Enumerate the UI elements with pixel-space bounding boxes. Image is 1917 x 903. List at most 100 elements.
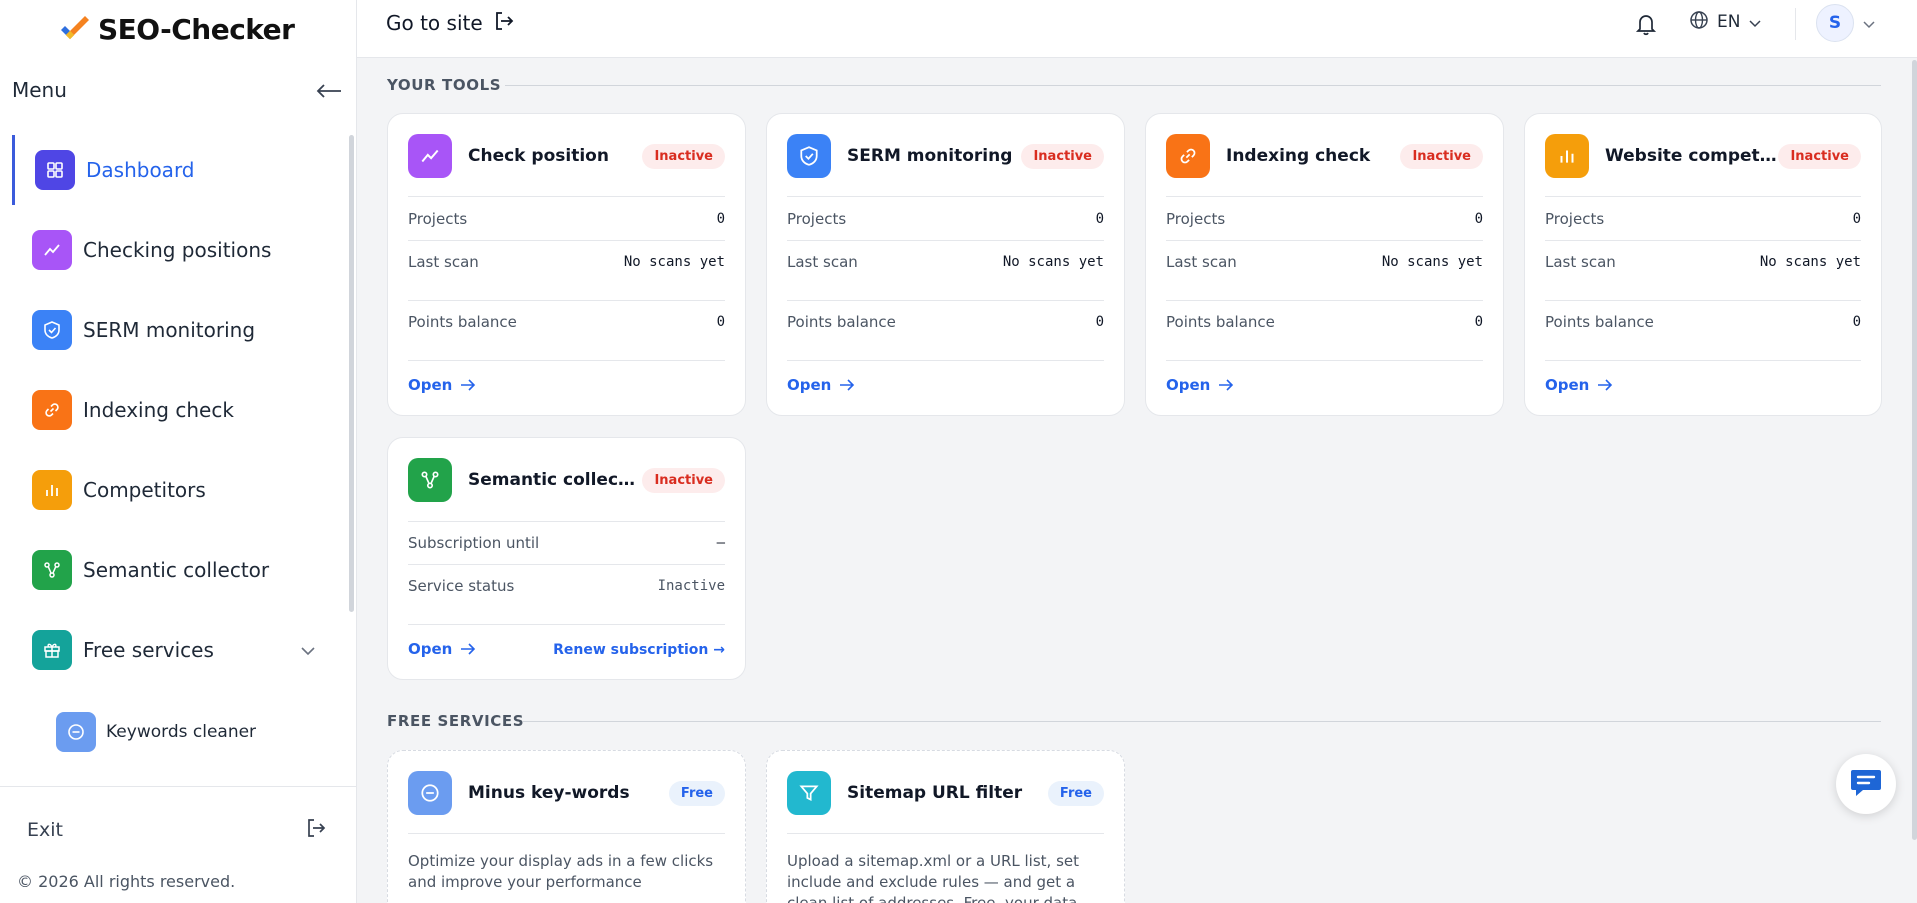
card-title: Indexing check: [1226, 146, 1371, 166]
go-to-site-label: Go to site: [386, 11, 483, 35]
tool-card-website-competitors: Website competitors Inactive Projects 0 L…: [1524, 113, 1882, 416]
sidebar-item-dashboard[interactable]: Dashboard: [12, 135, 328, 205]
language-label: EN: [1717, 12, 1741, 32]
open-link[interactable]: Open: [408, 640, 476, 658]
globe-icon: [1689, 10, 1709, 34]
chevron-down-icon: [1862, 14, 1876, 33]
card-header: Sitemap URL filter Free: [787, 771, 1104, 815]
open-label: Open: [1545, 376, 1590, 394]
stat-value: 0: [1474, 211, 1483, 227]
card-description: Optimize your display ads in a few click…: [408, 852, 714, 891]
stat-value: 0: [1852, 211, 1861, 227]
chat-button[interactable]: [1836, 754, 1896, 814]
minus-circle-icon: [56, 712, 96, 752]
divider: [408, 360, 725, 361]
external-exit-icon: [493, 10, 515, 36]
free-badge: Free: [668, 780, 725, 806]
open-link[interactable]: Open: [408, 376, 476, 394]
sidebar-item-label: SERM monitoring: [83, 318, 256, 342]
sidebar-subitem-keywords-cleaner[interactable]: Keywords cleaner: [56, 710, 326, 754]
stat-value: 0: [1474, 314, 1483, 330]
user-menu[interactable]: S: [1816, 4, 1876, 42]
sidebar-nav: Dashboard Checking positions SERM monito…: [0, 135, 352, 785]
stat-label: Last scan: [1166, 253, 1237, 271]
exit-label: Exit: [27, 819, 63, 841]
gift-icon: [32, 630, 72, 670]
arrow-right-icon: [461, 379, 476, 391]
card-header: Indexing check Inactive: [1166, 134, 1483, 178]
stat-row-last-scan: Last scan No scans yet: [1545, 253, 1861, 271]
open-label: Open: [787, 376, 832, 394]
stat-label: Points balance: [787, 313, 896, 331]
divider: [1166, 240, 1483, 241]
language-selector[interactable]: EN: [1689, 10, 1762, 34]
filter-icon: [787, 771, 831, 815]
open-link[interactable]: Open: [1166, 376, 1234, 394]
stat-row-service-status: Service status Inactive: [408, 577, 725, 595]
sidebar-item-label: Competitors: [83, 478, 206, 502]
sidebar-item-semantic-collector[interactable]: Semantic collector: [12, 535, 328, 605]
trend-icon: [32, 230, 72, 270]
sidebar-item-competitors[interactable]: Competitors: [12, 455, 328, 525]
chevron-down-icon[interactable]: [300, 641, 316, 660]
stat-row-last-scan: Last scan No scans yet: [787, 253, 1104, 271]
avatar: S: [1816, 4, 1854, 42]
open-label: Open: [408, 640, 453, 658]
divider: [787, 300, 1104, 301]
arrow-right-icon: [840, 379, 855, 391]
divider: [1545, 360, 1861, 361]
header-divider: [1795, 8, 1796, 40]
open-label: Open: [1166, 376, 1211, 394]
status-badge: Inactive: [1778, 143, 1861, 169]
stat-value: 0: [1095, 314, 1104, 330]
stat-label: Subscription until: [408, 534, 540, 552]
shield-icon: [787, 134, 831, 178]
stat-value: 0: [1095, 211, 1104, 227]
stat-label: Projects: [408, 210, 468, 228]
open-link[interactable]: Open: [1545, 376, 1613, 394]
renew-subscription-link[interactable]: Renew subscription →: [553, 642, 725, 658]
stat-label: Last scan: [408, 253, 479, 271]
open-link[interactable]: Open: [787, 376, 855, 394]
card-header: Minus key-words Free: [408, 771, 725, 815]
tool-card-semantic-collector: Semantic collector Inactive Subscription…: [387, 437, 746, 680]
card-title: Minus key-words: [468, 783, 630, 803]
status-badge: Inactive: [642, 143, 725, 169]
divider: [408, 521, 725, 522]
menu-title: Menu: [12, 78, 67, 102]
top-header: Go to site EN S: [357, 0, 1917, 58]
section-title-your-tools: YOUR TOOLS: [387, 76, 502, 94]
sidebar-item-checking-positions[interactable]: Checking positions: [12, 215, 328, 285]
exit-button[interactable]: Exit: [27, 817, 327, 843]
stat-row-points-balance: Points balance 0: [1166, 313, 1483, 331]
go-to-site-link[interactable]: Go to site: [386, 10, 515, 36]
sidebar-item-label: Dashboard: [86, 158, 195, 182]
divider: [1545, 196, 1861, 197]
divider: [1545, 240, 1861, 241]
notifications-bell-icon[interactable]: [1635, 12, 1657, 40]
stat-row-points-balance: Points balance 0: [408, 313, 725, 331]
section-divider: [523, 721, 1881, 722]
sidebar-item-indexing-check[interactable]: Indexing check: [12, 375, 328, 445]
stat-row-projects: Projects 0: [787, 210, 1104, 228]
sidebar-item-free-services[interactable]: Free services: [12, 615, 328, 685]
shield-icon: [32, 310, 72, 350]
sidebar-item-label: Semantic collector: [83, 558, 270, 582]
free-card-sitemap-url-filter: Sitemap URL filter Free Upload a sitemap…: [766, 750, 1125, 903]
free-card-minus-keywords: Minus key-words Free Optimize your displ…: [387, 750, 746, 903]
sidebar-item-serm-monitoring[interactable]: SERM monitoring: [12, 295, 328, 365]
status-badge: Inactive: [1021, 143, 1104, 169]
card-header: SERM monitoring Inactive: [787, 134, 1104, 178]
stat-label: Projects: [1166, 210, 1226, 228]
brand-logo[interactable]: SEO-Checker: [58, 12, 295, 46]
stat-value: –: [716, 535, 725, 551]
dashboard-icon: [35, 150, 75, 190]
page-scrollbar[interactable]: [1912, 60, 1917, 840]
stat-label: Projects: [787, 210, 847, 228]
stat-value: Inactive: [657, 578, 725, 594]
collapse-sidebar-button[interactable]: [316, 78, 342, 102]
divider: [787, 360, 1104, 361]
stat-label: Points balance: [1166, 313, 1275, 331]
divider: [408, 196, 725, 197]
stat-label: Last scan: [1545, 253, 1616, 271]
